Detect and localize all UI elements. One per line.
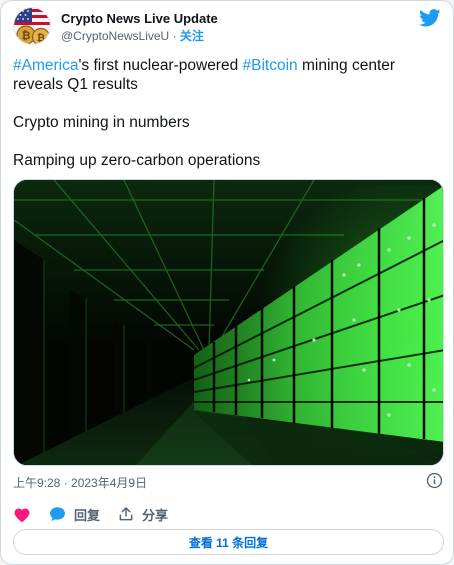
twitter-bird-icon[interactable]	[419, 9, 441, 27]
tweet-line-3: Ramping up zero-carbon operations	[13, 152, 261, 169]
view-replies-button[interactable]: 查看 11 条回复	[13, 529, 444, 555]
avatar[interactable]: ₿ ₿	[13, 7, 51, 45]
speech-bubble-icon	[50, 507, 65, 522]
tweet-line-1: #America's first nuclear-powered #Bitcoi…	[13, 56, 438, 94]
reply-button[interactable]: 回复	[49, 505, 100, 524]
svg-text:₿: ₿	[22, 29, 31, 42]
tweet-card: ₿ ₿ Crypto News Live Update @CryptoNewsL…	[0, 0, 454, 565]
avatar-image: ₿ ₿	[14, 8, 50, 44]
svg-text:₿: ₿	[37, 32, 45, 44]
share-upload-icon	[119, 507, 133, 521]
tweet-text-segment: 's first nuclear-powered	[78, 57, 243, 74]
author-handle-line: @CryptoNewsLiveU · 关注	[61, 28, 218, 44]
author-info: Crypto News Live Update @CryptoNewsLiveU…	[61, 11, 218, 44]
share-button[interactable]: 分享	[118, 505, 168, 524]
action-bar: 回复 分享	[13, 504, 186, 524]
tweet-image[interactable]	[13, 179, 444, 466]
author-handle[interactable]: @CryptoNewsLiveU	[61, 29, 169, 43]
info-circle-icon[interactable]	[426, 472, 443, 489]
share-label: 分享	[142, 507, 169, 523]
heart-icon	[14, 508, 30, 522]
mining-farm-photo	[14, 180, 443, 465]
hashtag-america[interactable]: #America	[13, 57, 78, 74]
reply-label: 回复	[74, 507, 101, 523]
tweet-header: ₿ ₿ Crypto News Live Update @CryptoNewsL…	[13, 7, 443, 47]
tweet-timestamp[interactable]: 上午9:28 · 2023年4月9日	[13, 474, 147, 491]
like-button[interactable]	[13, 506, 31, 523]
hashtag-bitcoin[interactable]: #Bitcoin	[243, 57, 298, 74]
follow-button[interactable]: 关注	[180, 29, 204, 43]
separator-dot: ·	[172, 29, 177, 43]
tweet-line-2: Crypto mining in numbers	[13, 114, 190, 131]
author-name[interactable]: Crypto News Live Update	[61, 11, 218, 27]
tweet-text: #America's first nuclear-powered #Bitcoi…	[13, 56, 438, 170]
